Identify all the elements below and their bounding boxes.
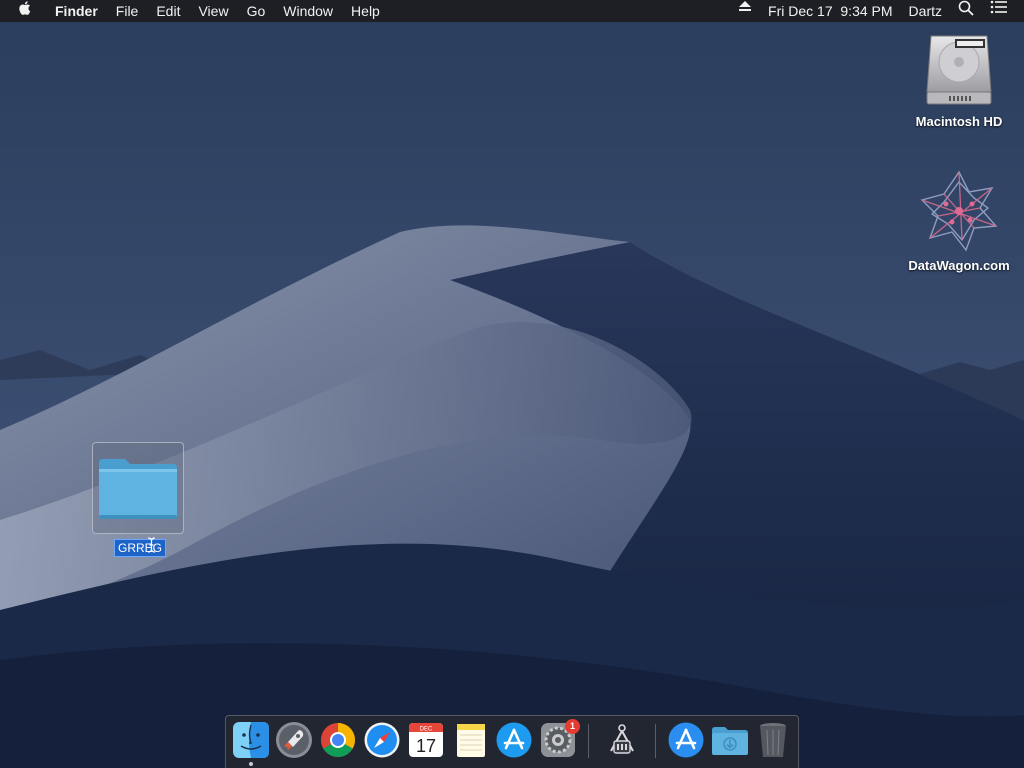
system-preferences-badge: 1 [565,719,580,734]
dock-network-utility[interactable] [603,721,641,759]
finder-running-indicator [249,762,253,766]
finder-icon [233,722,269,758]
calendar-day: 17 [416,736,436,756]
calendar-icon: DEC 17 [409,723,443,757]
dock-finder[interactable] [232,721,270,759]
app-name-menu[interactable]: Finder [46,0,107,22]
wallpaper-mojave-dunes [0,0,1024,768]
safari-icon [364,722,400,758]
menu-edit[interactable]: Edit [147,0,189,22]
dock-separator [655,724,656,758]
launchpad-icon [276,722,312,758]
macintosh-hd-label: Macintosh HD [915,114,1003,129]
eject-icon[interactable] [730,0,760,22]
network-utility-icon [610,724,634,754]
app-store-icon [668,722,704,758]
menu-help[interactable]: Help [342,0,389,22]
trash-icon [760,723,786,757]
dock-trash[interactable] [754,721,792,759]
dock-separator [588,724,589,758]
folder-rename-field[interactable]: GRREG [114,539,167,557]
calendar-month: DEC [420,727,433,733]
dock-downloads[interactable] [711,721,749,759]
text-cursor-icon [147,537,156,553]
datawagon-label: DataWagon.com [908,258,1010,273]
grreg-folder-desktop-icon[interactable]: GRREG [92,442,186,557]
macintosh-hd-desktop-icon[interactable]: Macintosh HD [903,30,1015,129]
dock-app-store[interactable] [495,721,533,759]
notes-icon [457,724,485,757]
dock-app-store-stack[interactable] [667,721,705,759]
dock-safari[interactable] [363,721,401,759]
menu-bar: Finder File Edit View Go Window Help Fri… [0,0,1024,22]
menu-file[interactable]: File [107,0,148,22]
datawagon-desktop-icon[interactable]: DataWagon.com [897,168,1021,273]
menu-window[interactable]: Window [274,0,342,22]
apple-menu-icon[interactable] [0,0,46,22]
dock: DEC 17 1 [225,715,799,768]
user-name-menu[interactable]: Dartz [901,0,950,22]
app-store-icon [496,722,532,758]
network-volume-icon [920,170,998,252]
dock-launchpad[interactable] [275,721,313,759]
folder-icon [99,459,177,519]
menu-go[interactable]: Go [238,0,275,22]
dock-chrome[interactable] [319,721,357,759]
folder-selection-highlight [92,442,184,534]
spotlight-search-icon[interactable] [950,0,982,22]
chrome-icon [321,723,355,757]
menubar-clock[interactable]: Fri Dec 17 9:34 PM [760,0,901,22]
desktop[interactable] [0,0,1024,768]
hard-drive-icon [926,35,992,105]
dock-notes[interactable] [452,721,490,759]
downloads-folder-icon [712,727,748,755]
notification-center-icon[interactable] [982,0,1016,22]
menu-view[interactable]: View [189,0,237,22]
dock-calendar[interactable]: DEC 17 [407,721,445,759]
